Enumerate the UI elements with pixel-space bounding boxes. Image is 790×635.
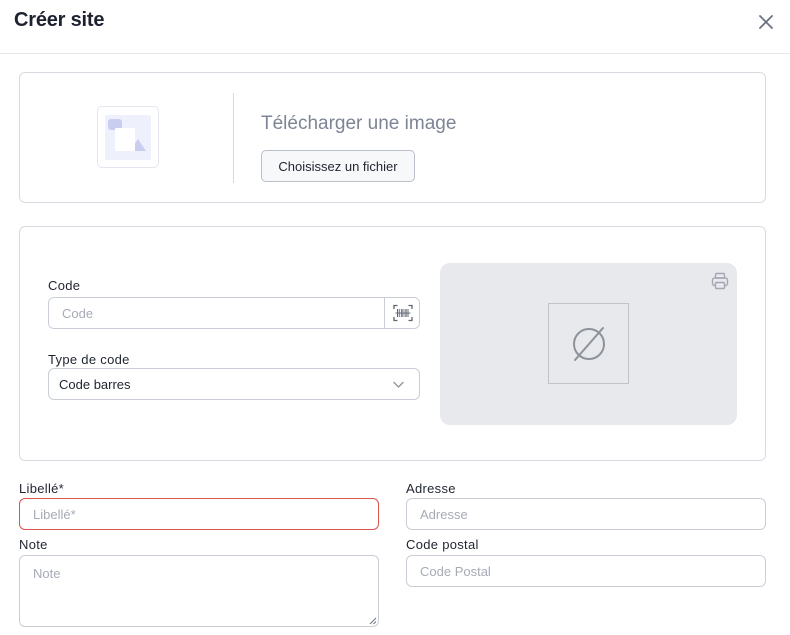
printer-icon[interactable]	[710, 271, 730, 291]
code-type-value: Code barres	[59, 377, 131, 392]
code-label: Code	[48, 278, 81, 293]
image-preview	[97, 106, 159, 168]
code-type-label: Type de code	[48, 352, 130, 367]
image-placeholder-icon	[105, 115, 151, 160]
resize-grip-icon[interactable]	[368, 616, 377, 625]
libelle-input[interactable]	[19, 498, 379, 530]
libelle-label: Libellé*	[19, 481, 65, 496]
close-icon	[759, 15, 773, 29]
upload-title: Télécharger une image	[261, 113, 457, 134]
code-type-select[interactable]: Code barres	[48, 368, 420, 400]
postal-label: Code postal	[406, 537, 479, 552]
code-input[interactable]	[49, 298, 384, 328]
choose-file-button[interactable]: Choisissez un fichier	[261, 150, 415, 182]
dialog-header: Créer site	[0, 0, 790, 54]
code-input-group	[48, 297, 420, 329]
adresse-input[interactable]	[406, 498, 766, 530]
image-upload-card: Télécharger une image Choisissez un fich…	[19, 72, 766, 203]
upload-divider	[233, 93, 234, 183]
empty-code-box	[548, 303, 629, 384]
close-button[interactable]	[754, 10, 778, 34]
scan-code-button[interactable]	[384, 298, 419, 328]
dialog-title: Créer site	[14, 9, 105, 31]
adresse-label: Adresse	[406, 481, 456, 496]
barcode-scan-icon	[392, 304, 413, 322]
empty-set-icon	[572, 326, 605, 361]
note-label: Note	[19, 537, 48, 552]
code-card: Code Type de code Code barres	[19, 226, 766, 461]
chevron-down-icon	[393, 381, 404, 388]
postal-input[interactable]	[406, 555, 766, 587]
code-preview	[440, 263, 737, 425]
note-textarea[interactable]	[19, 555, 379, 627]
